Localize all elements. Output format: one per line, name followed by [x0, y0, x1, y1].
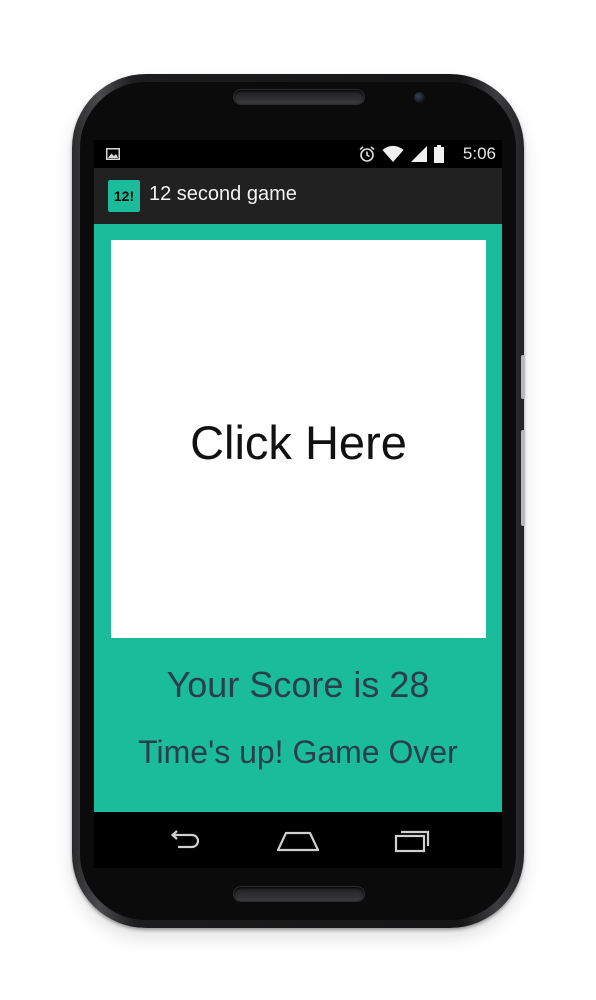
- app-icon: 12!: [108, 180, 140, 212]
- signal-icon: [411, 146, 427, 162]
- app-action-bar: 12! 12 second game: [94, 168, 502, 224]
- front-camera: [414, 92, 425, 103]
- image-notification-icon: [106, 148, 120, 160]
- battery-icon: [434, 145, 444, 163]
- bottom-speaker-grille: [233, 886, 365, 902]
- status-bar: 5:06: [94, 140, 502, 168]
- home-icon: [276, 831, 320, 852]
- screenshot-canvas: 5:06 12! 12 second game Click Here Your …: [0, 0, 596, 1000]
- back-button[interactable]: [160, 824, 208, 858]
- system-icons: [358, 145, 444, 163]
- volume-rocker: [521, 430, 525, 526]
- click-here-label: Click Here: [190, 415, 407, 469]
- back-icon: [170, 830, 200, 849]
- power-button: [521, 355, 525, 399]
- status-clock: 5:06: [462, 144, 496, 163]
- game-content: Click Here Your Score is 28 Time's up! G…: [94, 224, 502, 812]
- score-text: Your Score is 28: [166, 664, 430, 705]
- game-over-text: Time's up! Game Over: [138, 734, 458, 770]
- alarm-icon: [359, 146, 375, 162]
- recents-icon: [394, 830, 430, 853]
- click-here-button[interactable]: Click Here: [111, 240, 486, 638]
- top-speaker-grille: [233, 89, 365, 105]
- recents-button[interactable]: [388, 824, 436, 858]
- app-title: 12 second game: [149, 183, 297, 205]
- navigation-bar: [94, 812, 502, 868]
- home-button[interactable]: [274, 824, 322, 858]
- phone-screen: 5:06 12! 12 second game Click Here Your …: [94, 140, 502, 868]
- wifi-icon: [382, 145, 404, 162]
